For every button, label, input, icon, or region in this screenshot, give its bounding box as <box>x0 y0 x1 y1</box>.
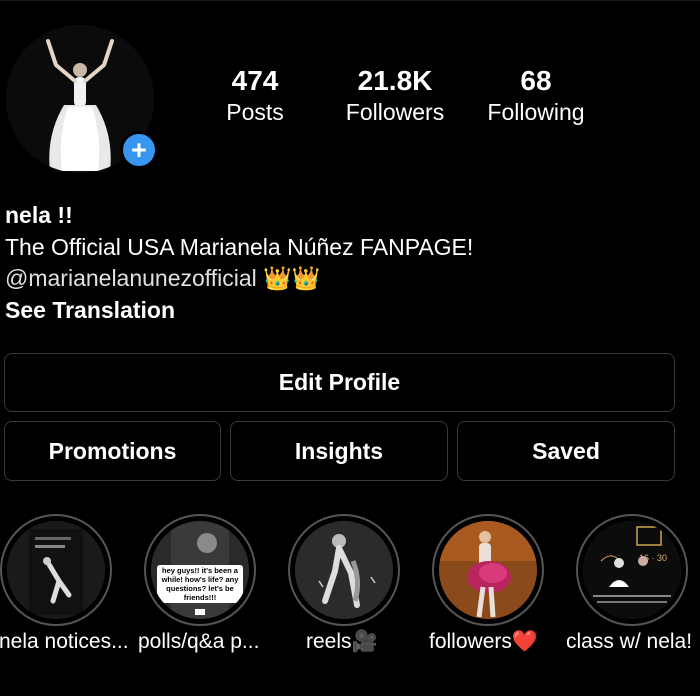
highlight-class-with-nela[interactable]: 16 · 30 <box>576 514 688 626</box>
bio-mention-link[interactable]: @marianelanunezofficial <box>5 265 257 291</box>
highlight-story-text: hey guys!! it's been a while! how's life… <box>161 566 239 602</box>
top-divider <box>0 0 700 1</box>
bio-line: The Official USA Marianela Núñez FANPAGE… <box>5 233 474 260</box>
insights-button[interactable]: Insights <box>230 421 448 481</box>
following-stat[interactable]: 68 Following <box>478 64 594 127</box>
highlight-label: nela notices... <box>0 630 129 653</box>
highlight-reels[interactable] <box>288 514 400 626</box>
edit-profile-button[interactable]: Edit Profile <box>4 353 675 412</box>
highlight-label: followers❤️ <box>429 630 539 653</box>
profile-bio: nela !! The Official USA Marianela Núñez… <box>5 200 473 326</box>
followers-stat[interactable]: 21.8K Followers <box>336 64 454 127</box>
followers-label: Followers <box>345 99 445 125</box>
following-label: Following <box>487 99 585 125</box>
crown-emoji: 👑👑 <box>263 265 321 291</box>
profile-name: nela !! <box>5 202 73 228</box>
posts-label: Posts <box>226 99 284 125</box>
following-count: 68 <box>520 65 552 96</box>
highlight-polls-qa[interactable]: hey guys!! it's been a while! how's life… <box>144 514 256 626</box>
highlight-story-text: 16 · 30 <box>639 553 668 563</box>
posts-stat[interactable]: 474 Posts <box>214 64 296 127</box>
highlight-followers[interactable] <box>432 514 544 626</box>
posts-count: 474 <box>231 65 279 96</box>
see-translation-link[interactable]: See Translation <box>5 295 473 327</box>
highlight-nela-notices[interactable] <box>0 514 112 626</box>
saved-button[interactable]: Saved <box>457 421 675 481</box>
highlight-label: polls/q&a p... <box>138 630 260 653</box>
add-story-button[interactable]: + <box>120 131 158 169</box>
highlight-label: class w/ nela! <box>566 630 693 653</box>
plus-icon: + <box>131 134 147 165</box>
highlight-label: reels🎥 <box>306 630 378 653</box>
followers-count: 21.8K <box>357 65 433 96</box>
promotions-button[interactable]: Promotions <box>4 421 221 481</box>
